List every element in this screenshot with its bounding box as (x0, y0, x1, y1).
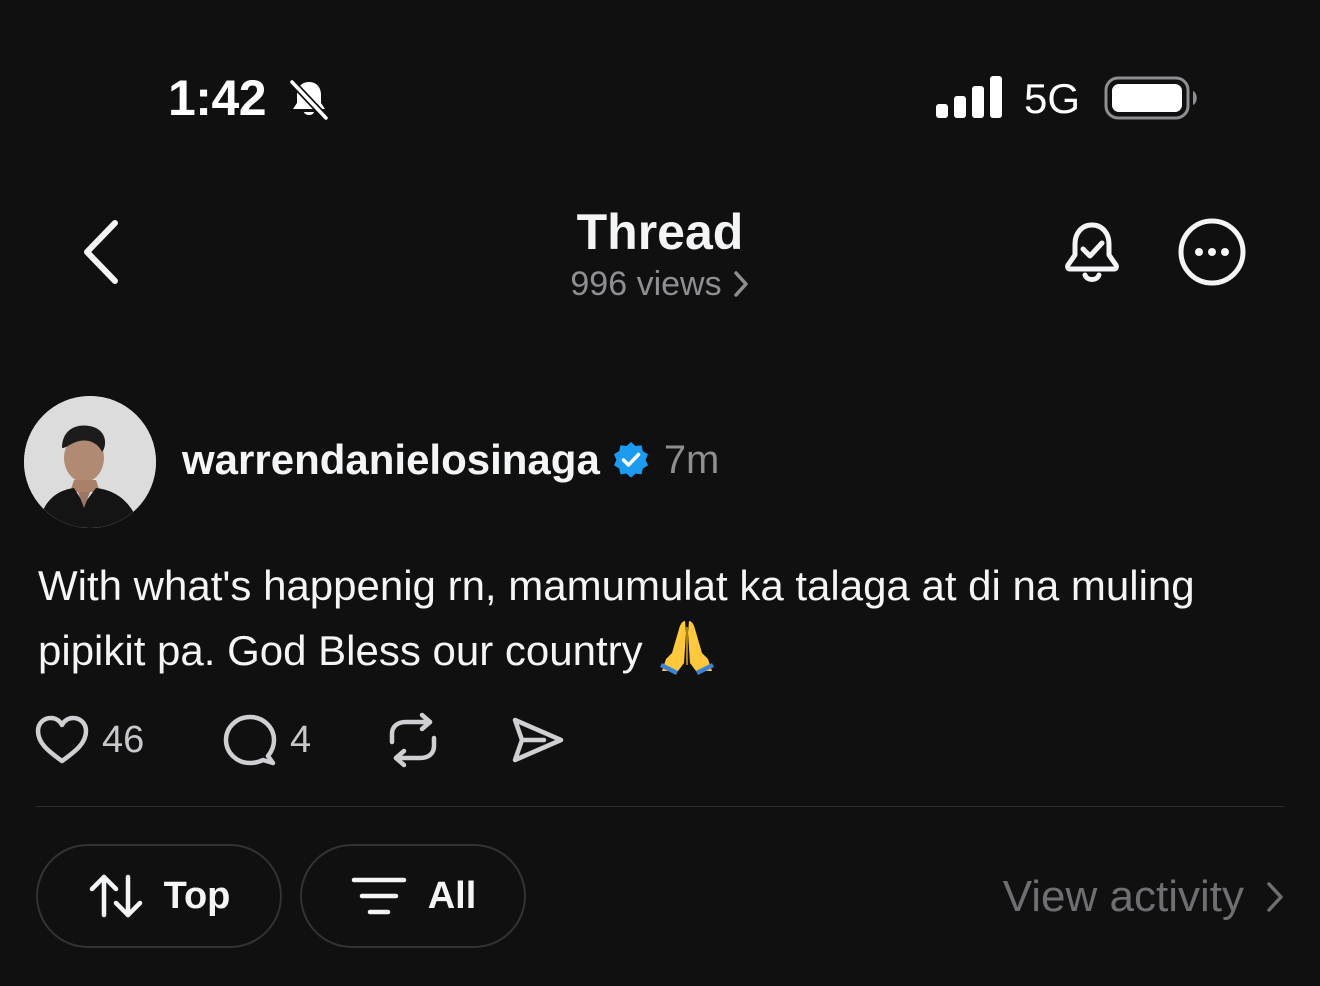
post-time: 7m (663, 438, 720, 482)
bell-check-icon (1065, 222, 1119, 282)
chevron-right-icon (733, 271, 748, 297)
page-title: Thread (576, 204, 744, 260)
back-button[interactable] (66, 214, 136, 290)
share-button[interactable] (510, 708, 566, 772)
repost-button[interactable] (384, 708, 442, 772)
filter-lines-icon (351, 877, 406, 915)
divider (36, 806, 1284, 807)
sort-label: Top (163, 875, 231, 917)
profile-photo (24, 396, 156, 528)
thread-screen: 1:42 5G Thread 996 views warrendanielosi… (0, 0, 1320, 986)
like-button[interactable]: 46 (34, 708, 144, 772)
post-body: With what's happenig rn, mamumulat ka ta… (38, 554, 1278, 682)
more-circle-icon (1178, 218, 1246, 286)
filter-label: All (427, 875, 477, 917)
view-activity-link[interactable]: View activity (1003, 868, 1284, 926)
username[interactable]: warrendanielosinaga (182, 432, 600, 488)
comment-icon (223, 714, 277, 766)
sort-arrows-icon (89, 874, 142, 918)
notify-button[interactable] (1056, 214, 1128, 290)
folded-hands-emoji (660, 621, 715, 675)
avatar[interactable] (24, 396, 156, 528)
filter-all-button[interactable]: All (300, 844, 526, 948)
sort-top-button[interactable]: Top (36, 844, 282, 948)
network-type: 5G (1024, 75, 1081, 122)
more-options-button[interactable] (1174, 214, 1250, 290)
bell-slash-icon (288, 78, 330, 122)
views-link[interactable]: 996 views (460, 262, 860, 306)
chevron-right-icon (1267, 882, 1283, 912)
repost-icon (389, 712, 437, 768)
like-count: 46 (102, 719, 145, 761)
views-count: 996 views (570, 265, 722, 303)
share-icon (512, 717, 564, 763)
signal-bars-icon (936, 76, 1002, 118)
verified-badge-icon (613, 442, 648, 478)
chevron-left-icon (84, 220, 118, 284)
post-text: With what's happenig rn, mamumulat ka ta… (38, 562, 1195, 674)
status-time: 1:42 (168, 70, 267, 126)
post-author-row: warrendanielosinaga 7m (182, 430, 719, 490)
heart-icon (35, 715, 89, 764)
view-activity-label: View activity (1002, 872, 1244, 921)
reply-button[interactable]: 4 (222, 708, 311, 772)
battery-icon (1104, 76, 1197, 120)
reply-count: 4 (290, 719, 312, 761)
